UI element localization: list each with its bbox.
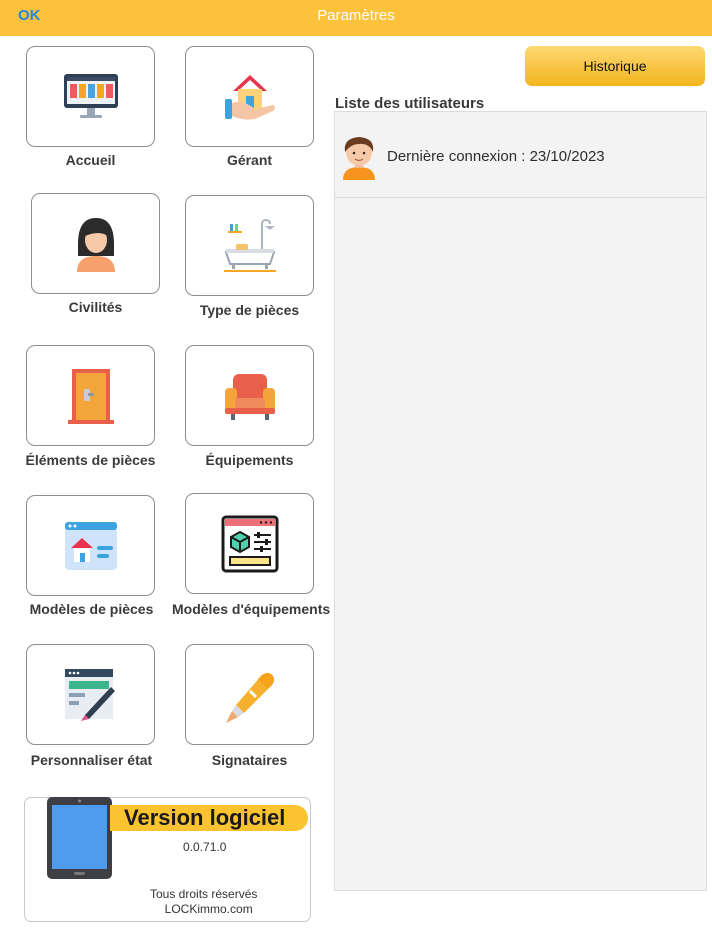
tile-label-type-pieces: Type de pièces [199,302,300,318]
tile-personnaliser-etat[interactable] [26,644,155,745]
tile-modeles-equipements[interactable] [185,493,314,594]
tile-label-accueil: Accueil [65,152,116,168]
tile-label-modeles-pieces: Modèles de pièces [29,601,154,617]
last-login-text: Dernière connexion : 23/10/2023 [387,148,605,165]
user-list: Dernière connexion : 23/10/2023 [334,111,707,891]
house-window-icon [64,521,117,570]
door-icon [67,368,114,424]
bathtub-icon [223,218,276,272]
tile-label-modeles-equipements: Modèles d'équipements [172,601,331,617]
history-button[interactable]: Historique [525,46,705,86]
tile-type-pieces[interactable] [185,195,314,296]
rights-line: Tous droits réservés [150,887,258,901]
tile-label-elements-pieces: Éléments de pièces [25,452,156,468]
user-list-title: Liste des utilisateurs [335,95,485,112]
woman-avatar-icon [76,217,115,272]
tile-label-civilites: Civilités [68,299,123,315]
top-bar: Paramètres OK [0,0,712,36]
user-row[interactable]: Dernière connexion : 23/10/2023 [335,112,706,198]
cube-settings-icon [221,515,278,572]
tile-civilites[interactable] [31,193,160,294]
tile-label-gerant: Gérant [226,152,273,168]
fountain-pen-icon [225,672,274,723]
tile-equipements[interactable] [185,345,314,446]
design-pen-icon [64,668,115,721]
tile-signataires[interactable] [185,644,314,745]
ok-button[interactable]: OK [18,7,41,24]
rights-text: Tous droits réservés LOCKimmo.com [150,887,257,917]
tile-gerant[interactable] [185,46,314,147]
computer-monitor-icon [63,73,118,118]
tile-modeles-pieces[interactable] [26,495,155,596]
tile-accueil[interactable] [26,46,155,147]
man-avatar-icon [343,137,375,180]
tile-label-signataires: Signataires [211,752,288,768]
version-title: Version logiciel [124,805,286,830]
tile-label-personnaliser-etat: Personnaliser état [30,752,153,768]
house-in-hand-icon [224,74,275,120]
site-line: LOCKimmo.com [164,902,253,916]
tablet-icon [47,797,112,879]
page-title: Paramètres [317,7,395,24]
version-number: 0.0.71.0 [183,840,227,854]
tile-label-equipements: Équipements [205,452,294,468]
tile-elements-pieces[interactable] [26,345,155,446]
armchair-icon [224,373,275,420]
